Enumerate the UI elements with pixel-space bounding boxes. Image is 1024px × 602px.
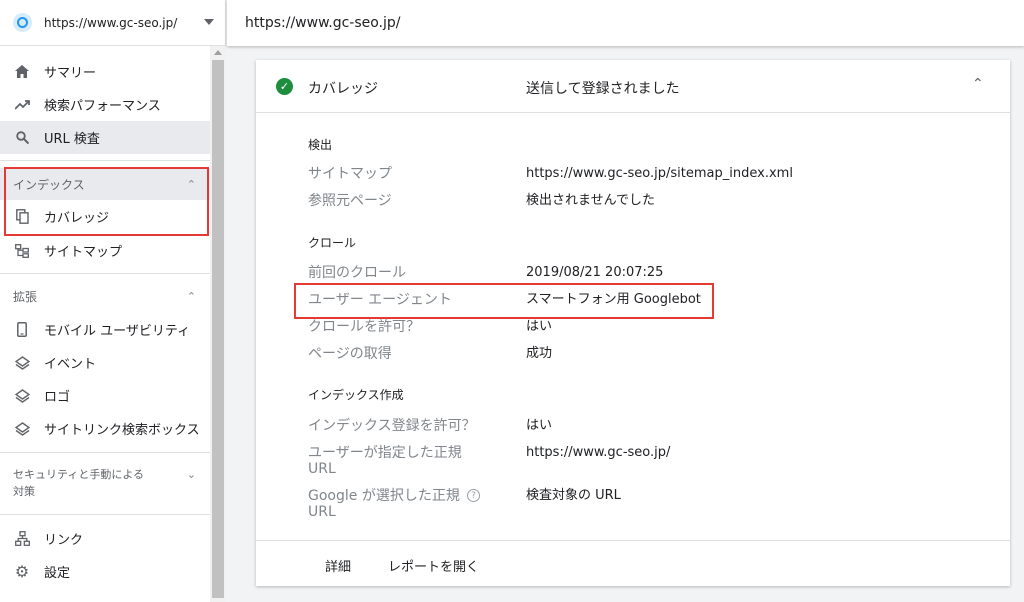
divider bbox=[0, 514, 210, 515]
row-value: はい bbox=[526, 319, 553, 334]
row-value: 検出されませんでした bbox=[526, 193, 655, 208]
check-circle-icon: ✓ bbox=[276, 78, 293, 95]
card-header[interactable]: ✓ カバレッジ 送信して登録されました ⌃ bbox=[256, 60, 1010, 113]
sidebar-item-settings[interactable]: ⚙ 設定 bbox=[0, 555, 210, 588]
section-title: インデックス bbox=[13, 177, 85, 192]
globe-icon bbox=[13, 13, 32, 32]
section-header-enhancements[interactable]: 拡張 ⌃ bbox=[0, 286, 210, 306]
section-title-line1: セキュリティと手動による bbox=[13, 468, 145, 481]
sidebar-item-label: 設定 bbox=[44, 566, 71, 581]
chevron-up-icon[interactable]: ⌃ bbox=[972, 76, 984, 92]
row-label-line2: URL bbox=[308, 504, 336, 520]
section-heading-discovery: 検出 bbox=[308, 138, 333, 152]
card-status: 送信して登録されました bbox=[526, 81, 680, 97]
sidebar-item-label: カバレッジ bbox=[44, 211, 110, 226]
layers-icon bbox=[14, 421, 30, 437]
sidebar-item-mobile-usability[interactable]: モバイル ユーザビリティ bbox=[0, 313, 210, 346]
sidebar-item-coverage[interactable]: カバレッジ bbox=[0, 200, 210, 233]
sidebar-item-links[interactable]: リンク bbox=[0, 522, 210, 555]
coverage-card: ✓ カバレッジ 送信して登録されました ⌃ 検出 サイトマップ https://… bbox=[256, 60, 1010, 586]
copy-icon bbox=[14, 209, 30, 225]
sidebar-item-sitelinks-searchbox[interactable]: サイトリンク検索ボックス bbox=[0, 412, 210, 445]
caret-down-icon bbox=[204, 19, 214, 25]
sidebar-item-label: 検索パフォーマンス bbox=[44, 99, 161, 114]
property-url: https://www.gc-seo.jp/ bbox=[44, 15, 178, 30]
row-label: クロールを許可？ bbox=[308, 319, 420, 335]
row-label-line2: URL bbox=[308, 461, 336, 477]
row-value: 検査対象の URL bbox=[526, 488, 621, 503]
phone-icon bbox=[14, 322, 30, 338]
row-value: スマートフォン用 Googlebot bbox=[526, 292, 701, 307]
sidebar-item-performance[interactable]: 検索パフォーマンス bbox=[0, 88, 210, 121]
chevron-up-icon: ⌃ bbox=[186, 289, 196, 303]
top-bar: https://www.gc-seo.jp/ bbox=[227, 0, 1024, 46]
sidebar-item-sitemaps[interactable]: サイトマップ bbox=[0, 234, 210, 267]
row-label: 参照元ページ bbox=[308, 193, 392, 209]
sidebar-item-label: モバイル ユーザビリティ bbox=[44, 324, 191, 339]
row-label: ページの取得 bbox=[308, 346, 392, 362]
sidebar-item-label: リンク bbox=[44, 533, 84, 548]
divider bbox=[0, 273, 210, 274]
row-value: はい bbox=[526, 418, 553, 433]
layers-icon bbox=[14, 355, 30, 371]
row-label-line1: Google が選択した正規 bbox=[308, 488, 460, 504]
help-icon[interactable]: ? bbox=[467, 489, 480, 502]
sidebar-scrollbar[interactable] bbox=[210, 46, 226, 602]
sidebar-item-label: ロゴ bbox=[44, 390, 71, 405]
chevron-up-icon: ⌃ bbox=[186, 177, 196, 191]
row-label: Google が選択した正規 URL bbox=[308, 488, 460, 520]
home-icon bbox=[14, 64, 30, 80]
row-label: ユーザーが指定した正規 URL bbox=[308, 445, 462, 477]
section-title-line2: 対策 bbox=[13, 485, 35, 498]
sidebar-item-url-inspection[interactable]: URL 検査 bbox=[0, 121, 210, 154]
section-header-index[interactable]: インデックス ⌃ bbox=[0, 168, 210, 200]
inspected-url: https://www.gc-seo.jp/ bbox=[245, 15, 401, 31]
section-heading-indexing: インデックス作成 bbox=[308, 388, 404, 402]
section-header-security[interactable]: セキュリティと手動による 対策 ⌄ bbox=[0, 466, 210, 502]
property-selector[interactable]: https://www.gc-seo.jp/ bbox=[0, 0, 226, 46]
network-icon bbox=[14, 531, 30, 547]
sidebar-item-label: サイトマップ bbox=[44, 245, 123, 260]
sidebar-item-label: イベント bbox=[44, 357, 97, 372]
section-heading-crawl: クロール bbox=[308, 236, 357, 250]
sidebar-item-summary[interactable]: サマリー bbox=[0, 55, 210, 88]
sidebar-item-label: サマリー bbox=[44, 66, 97, 81]
row-value: https://www.gc-seo.jp/sitemap_index.xml bbox=[526, 166, 793, 181]
layers-icon bbox=[14, 388, 30, 404]
row-value: 成功 bbox=[526, 346, 553, 361]
scroll-up-arrow-icon[interactable] bbox=[214, 50, 222, 55]
search-icon bbox=[14, 130, 30, 146]
row-label: ユーザー エージェント bbox=[308, 292, 452, 308]
row-value: 2019/08/21 20:07:25 bbox=[526, 265, 664, 280]
row-label-line1: ユーザーが指定した正規 bbox=[308, 445, 462, 461]
row-label: サイトマップ bbox=[308, 166, 392, 182]
scroll-thumb[interactable] bbox=[212, 60, 224, 598]
card-title: カバレッジ bbox=[308, 81, 378, 97]
sidebar-item-label: URL 検査 bbox=[44, 132, 100, 147]
sidebar-item-label: サイトリンク検索ボックス bbox=[44, 423, 200, 438]
row-label: インデックス登録を許可？ bbox=[308, 418, 476, 434]
open-report-button[interactable]: レポートを開く bbox=[388, 556, 479, 575]
row-value: https://www.gc-seo.jp/ bbox=[526, 445, 671, 460]
sitemap-icon bbox=[14, 243, 30, 259]
trending-up-icon bbox=[14, 97, 30, 113]
gear-icon: ⚙ bbox=[14, 562, 30, 581]
sidebar-item-events[interactable]: イベント bbox=[0, 346, 210, 379]
chevron-down-icon: ⌄ bbox=[186, 468, 196, 481]
sidebar: https://www.gc-seo.jp/ サマリー 検索パフォーマンス UR… bbox=[0, 0, 226, 602]
divider bbox=[0, 160, 210, 161]
card-footer: 詳細 レポートを開く bbox=[256, 540, 1010, 586]
divider bbox=[0, 452, 210, 453]
section-title: 拡張 bbox=[13, 289, 38, 304]
row-label: 前回のクロール bbox=[308, 265, 406, 281]
sidebar-item-logos[interactable]: ロゴ bbox=[0, 379, 210, 412]
details-button[interactable]: 詳細 bbox=[325, 556, 351, 575]
